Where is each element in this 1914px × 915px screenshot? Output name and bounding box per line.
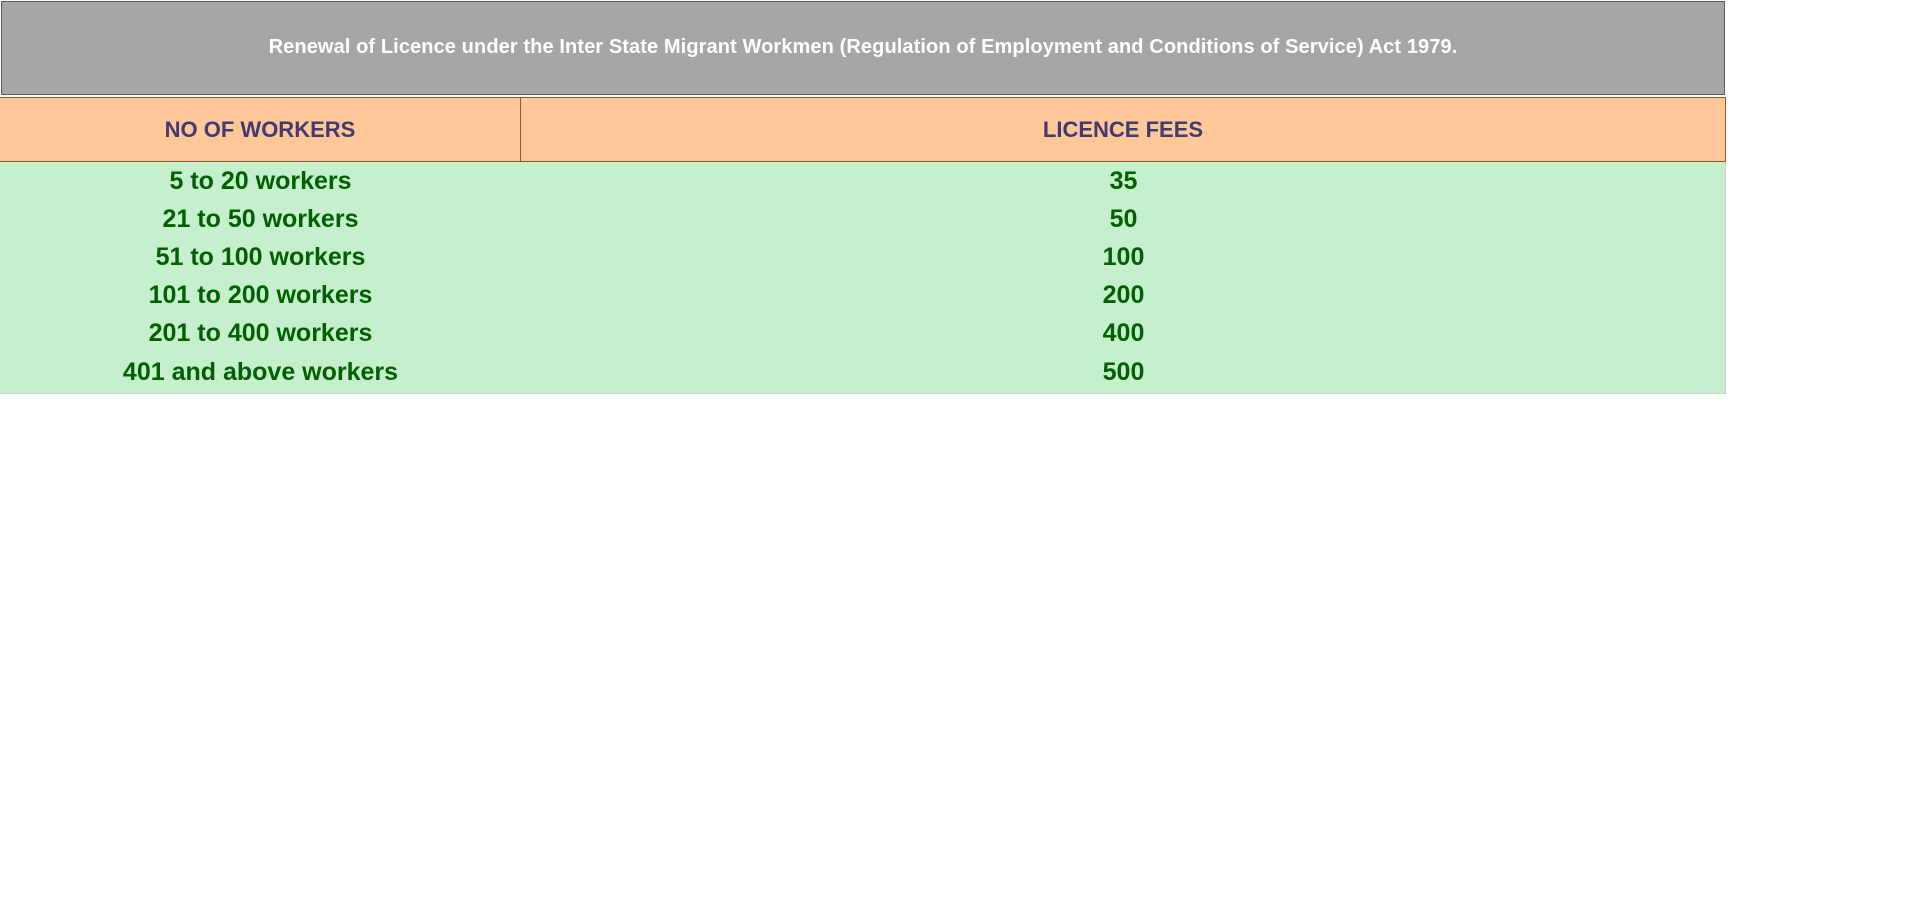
table-row: 21 to 50 workers 50	[0, 200, 1726, 238]
table-header-row: NO OF WORKERS LICENCE FEES	[0, 97, 1726, 162]
table-row: 201 to 400 workers 400	[0, 314, 1726, 352]
table-row: 5 to 20 workers 35	[0, 162, 1726, 200]
header-licence-fees: LICENCE FEES	[521, 98, 1726, 161]
workers-range-cell: 101 to 200 workers	[148, 280, 373, 309]
workers-range-cell: 201 to 400 workers	[148, 318, 373, 347]
licence-fee-cell: 200	[1102, 280, 1145, 309]
workers-range-cell: 51 to 100 workers	[155, 242, 366, 271]
licence-fee-cell: 500	[1102, 357, 1145, 386]
licence-fee-cell: 35	[1109, 166, 1138, 195]
table-row: 51 to 100 workers 100	[0, 238, 1726, 276]
workers-range-cell: 401 and above workers	[122, 357, 399, 386]
table-body: 5 to 20 workers 35 21 to 50 workers 50 5…	[0, 162, 1726, 394]
workers-range-cell: 21 to 50 workers	[162, 204, 359, 233]
table-row: 101 to 200 workers 200	[0, 276, 1726, 314]
licence-fee-cell: 50	[1109, 204, 1138, 233]
page-title: Renewal of Licence under the Inter State…	[268, 35, 1458, 58]
title-bar: Renewal of Licence under the Inter State…	[1, 1, 1725, 95]
workers-range-cell: 5 to 20 workers	[169, 166, 352, 195]
licence-fee-cell: 400	[1102, 318, 1145, 347]
licence-fee-cell: 100	[1102, 242, 1145, 271]
header-no-of-workers: NO OF WORKERS	[0, 98, 521, 161]
table-row: 401 and above workers 500	[0, 353, 1726, 391]
